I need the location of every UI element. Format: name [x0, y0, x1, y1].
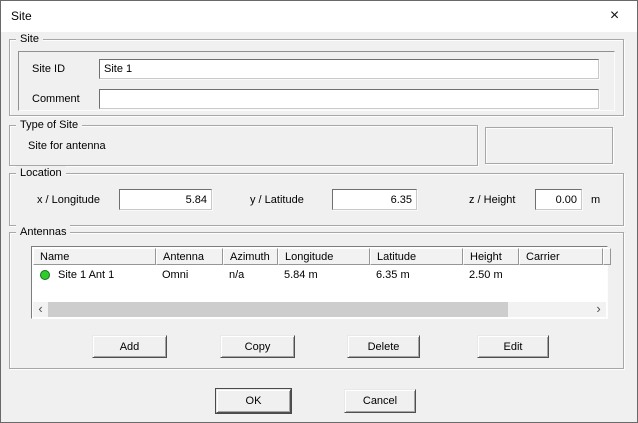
z-height-label: z / Height [469, 194, 515, 206]
antennas-group: Antennas Name Antenna Azimuth Longitude … [9, 232, 624, 369]
title-bar: Site × [1, 1, 637, 32]
site-group-label: Site [16, 32, 43, 46]
comment-label: Comment [32, 93, 80, 105]
horizontal-scrollbar[interactable]: ‹ › [33, 302, 606, 317]
site-type-side-box [485, 127, 613, 164]
close-icon: × [610, 7, 619, 25]
x-longitude-label: x / Longitude [37, 194, 100, 206]
add-button[interactable]: Add [92, 335, 167, 358]
scroll-thumb[interactable] [48, 302, 508, 317]
antenna-table-header: Name Antenna Azimuth Longitude Latitude … [33, 248, 606, 265]
column-header-height[interactable]: Height [463, 248, 519, 265]
location-group-label: Location [16, 166, 66, 180]
z-height-input[interactable] [535, 189, 582, 210]
y-latitude-label: y / Latitude [250, 194, 304, 206]
cell-name: Site 1 Ant 1 [33, 269, 156, 281]
comment-input[interactable] [99, 89, 599, 109]
type-of-site-group: Type of Site Site for antenna [9, 125, 478, 166]
cell-latitude: 6.35 m [370, 269, 463, 281]
antenna-list: Name Antenna Azimuth Longitude Latitude … [31, 246, 608, 319]
cell-antenna: Omni [156, 269, 223, 281]
column-header-longitude[interactable]: Longitude [278, 248, 370, 265]
cancel-button[interactable]: Cancel [344, 389, 416, 413]
type-of-site-group-label: Type of Site [16, 118, 82, 132]
location-group: Location x / Longitude y / Latitude z / … [9, 173, 624, 226]
cell-longitude: 5.84 m [278, 269, 370, 281]
window-title: Site [11, 9, 32, 23]
height-unit-label: m [591, 194, 600, 206]
ok-button[interactable]: OK [216, 389, 291, 413]
antenna-name-text: Site 1 Ant 1 [58, 269, 114, 281]
site-id-input[interactable] [99, 59, 599, 79]
column-header-azimuth[interactable]: Azimuth [223, 248, 278, 265]
antenna-status-icon [40, 270, 50, 280]
site-dialog: Site × Site Site ID Comment Type of Site… [0, 0, 638, 423]
antennas-group-label: Antennas [16, 225, 70, 239]
column-header-filler [603, 248, 611, 265]
edit-button[interactable]: Edit [477, 335, 549, 358]
scroll-right-button[interactable]: › [591, 302, 606, 317]
site-group: Site Site ID Comment [9, 39, 624, 116]
delete-button[interactable]: Delete [347, 335, 420, 358]
cell-azimuth: n/a [223, 269, 278, 281]
close-button[interactable]: × [592, 1, 637, 31]
column-header-latitude[interactable]: Latitude [370, 248, 463, 265]
copy-button[interactable]: Copy [220, 335, 295, 358]
cell-height: 2.50 m [463, 269, 519, 281]
column-header-antenna[interactable]: Antenna [156, 248, 223, 265]
x-longitude-input[interactable] [119, 189, 212, 210]
antenna-row[interactable]: Site 1 Ant 1 Omni n/a 5.84 m 6.35 m 2.50… [33, 267, 603, 283]
scroll-left-button[interactable]: ‹ [33, 302, 48, 317]
type-of-site-value: Site for antenna [28, 140, 106, 152]
y-latitude-input[interactable] [332, 189, 417, 210]
site-id-label: Site ID [32, 63, 65, 75]
column-header-name[interactable]: Name [33, 248, 156, 265]
column-header-carrier[interactable]: Carrier [519, 248, 603, 265]
